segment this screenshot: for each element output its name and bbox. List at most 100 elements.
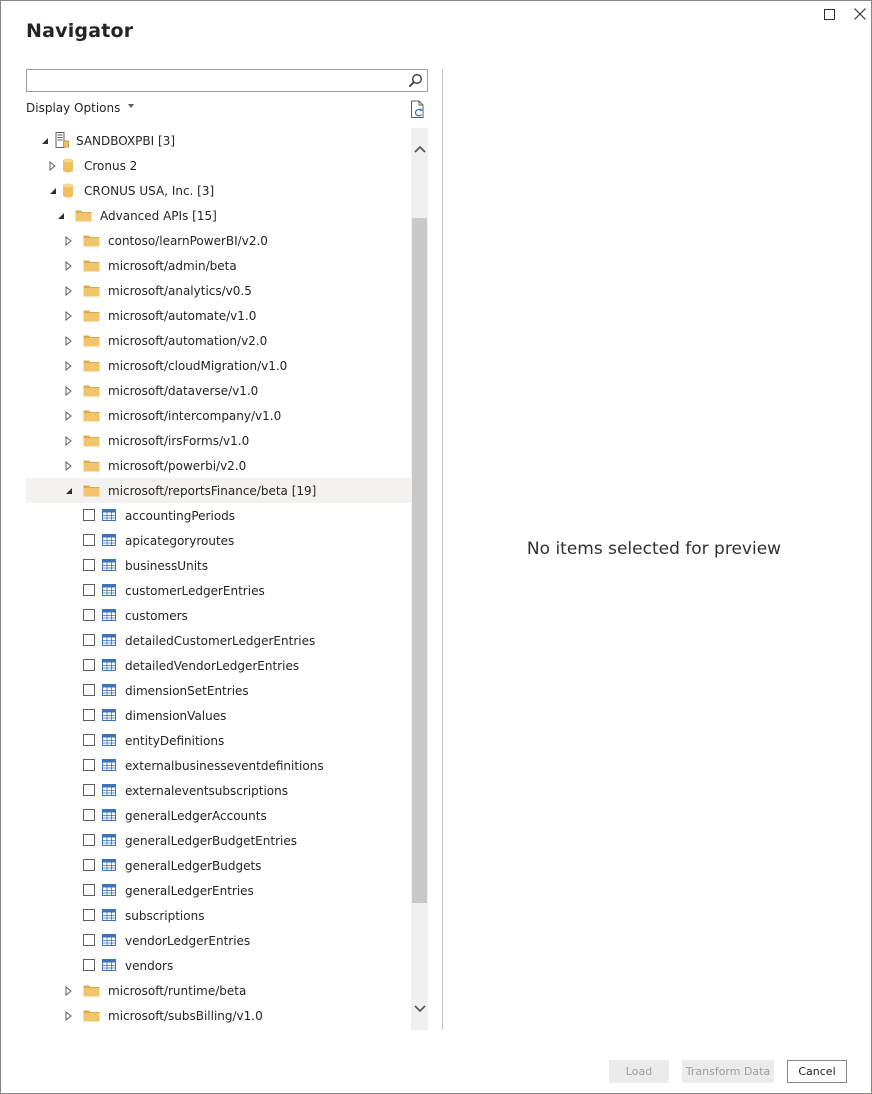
tree-node[interactable]: contoso/learnPowerBI/v2.0 — [26, 228, 411, 253]
expand-icon[interactable] — [64, 460, 73, 471]
expand-icon[interactable] — [64, 1010, 73, 1021]
tree-node[interactable]: microsoft/dataverse/v1.0 — [26, 378, 411, 403]
pane-divider — [442, 69, 443, 1030]
table-checkbox[interactable] — [83, 634, 95, 646]
table-checkbox[interactable] — [83, 559, 95, 571]
tree-node[interactable]: microsoft/automate/v1.0 — [26, 303, 411, 328]
expand-icon[interactable] — [64, 385, 73, 396]
tree-node[interactable]: microsoft/reportsFinance/beta [19] — [26, 478, 411, 503]
table-checkbox[interactable] — [83, 909, 95, 921]
navigator-dialog: Navigator Display Options SANDBOXPBI [3]… — [0, 0, 872, 1094]
expand-icon[interactable] — [64, 335, 73, 346]
table-checkbox[interactable] — [83, 859, 95, 871]
search-input[interactable] — [27, 70, 403, 91]
tree-node[interactable]: Cronus 2 — [26, 153, 411, 178]
table-checkbox[interactable] — [83, 584, 95, 596]
table-checkbox[interactable] — [83, 609, 95, 621]
expand-icon[interactable] — [64, 235, 73, 246]
close-button[interactable] — [847, 4, 872, 24]
collapse-icon[interactable] — [64, 486, 73, 495]
scroll-down-button[interactable] — [411, 1000, 428, 1017]
tree-node-label: microsoft/powerbi/v2.0 — [108, 458, 247, 473]
tree-node[interactable]: microsoft/analytics/v0.5 — [26, 278, 411, 303]
table-checkbox[interactable] — [83, 934, 95, 946]
expand-icon[interactable] — [48, 160, 57, 171]
transform-data-button[interactable]: Transform Data — [682, 1060, 774, 1083]
collapse-icon[interactable] — [48, 186, 57, 195]
table-checkbox[interactable] — [83, 884, 95, 896]
table-row[interactable]: dimensionSetEntries — [26, 678, 411, 703]
tree-node[interactable]: SANDBOXPBI [3] — [26, 128, 411, 153]
expand-icon[interactable] — [64, 985, 73, 996]
expand-icon[interactable] — [64, 285, 73, 296]
table-row[interactable]: detailedVendorLedgerEntries — [26, 653, 411, 678]
table-row[interactable]: entityDefinitions — [26, 728, 411, 753]
table-checkbox[interactable] — [83, 659, 95, 671]
table-row[interactable]: generalLedgerAccounts — [26, 803, 411, 828]
collapse-icon[interactable] — [56, 211, 65, 220]
tree-node-label: externalbusinesseventdefinitions — [125, 758, 324, 773]
tree-node-label: subscriptions — [125, 908, 205, 923]
table-row[interactable]: externalbusinesseventdefinitions — [26, 753, 411, 778]
load-button[interactable]: Load — [609, 1060, 669, 1083]
table-row[interactable]: vendorLedgerEntries — [26, 928, 411, 953]
folder-icon — [83, 485, 100, 497]
maximize-button[interactable] — [816, 4, 842, 24]
table-checkbox[interactable] — [83, 784, 95, 796]
table-checkbox[interactable] — [83, 834, 95, 846]
tree-scrollbar[interactable] — [411, 128, 428, 1030]
tree-node[interactable]: microsoft/powerbi/v2.0 — [26, 453, 411, 478]
search-box[interactable] — [26, 69, 428, 92]
table-row[interactable]: accountingPeriods — [26, 503, 411, 528]
expand-icon[interactable] — [64, 435, 73, 446]
table-row[interactable]: detailedCustomerLedgerEntries — [26, 628, 411, 653]
table-row[interactable]: generalLedgerBudgetEntries — [26, 828, 411, 853]
tree-node-label: generalLedgerBudgets — [125, 858, 262, 873]
table-row[interactable]: generalLedgerEntries — [26, 878, 411, 903]
refresh-icon[interactable] — [409, 100, 427, 119]
tree-node[interactable]: CRONUS USA, Inc. [3] — [26, 178, 411, 203]
tree-node[interactable]: microsoft/irsForms/v1.0 — [26, 428, 411, 453]
table-row[interactable]: customerLedgerEntries — [26, 578, 411, 603]
table-row[interactable]: businessUnits — [26, 553, 411, 578]
scroll-up-button[interactable] — [411, 140, 428, 157]
tree-node[interactable]: microsoft/automation/v2.0 — [26, 328, 411, 353]
tree-node-label: SANDBOXPBI [3] — [76, 133, 176, 148]
table-row[interactable]: subscriptions — [26, 903, 411, 928]
display-options-dropdown[interactable]: Display Options — [26, 101, 135, 115]
scroll-thumb[interactable] — [412, 218, 427, 903]
table-row[interactable]: dimensionValues — [26, 703, 411, 728]
table-checkbox[interactable] — [83, 709, 95, 721]
folder-icon — [83, 360, 100, 372]
table-checkbox[interactable] — [83, 509, 95, 521]
table-row[interactable]: generalLedgerBudgets — [26, 853, 411, 878]
expand-icon[interactable] — [64, 260, 73, 271]
table-row[interactable]: vendors — [26, 953, 411, 978]
table-checkbox[interactable] — [83, 809, 95, 821]
table-icon — [102, 809, 116, 821]
table-icon — [102, 634, 116, 646]
tree-node[interactable]: microsoft/cloudMigration/v1.0 — [26, 353, 411, 378]
expand-icon[interactable] — [64, 360, 73, 371]
tree-node-label: detailedCustomerLedgerEntries — [125, 633, 316, 648]
tree-node[interactable]: Advanced APIs [15] — [26, 203, 411, 228]
tree-node[interactable]: microsoft/intercompany/v1.0 — [26, 403, 411, 428]
table-row[interactable]: apicategoryroutes — [26, 528, 411, 553]
tree-node[interactable]: microsoft/admin/beta — [26, 253, 411, 278]
table-row[interactable]: externaleventsubscriptions — [26, 778, 411, 803]
tree-node[interactable]: microsoft/subsBilling/v1.0 — [26, 1003, 411, 1028]
expand-icon[interactable] — [64, 310, 73, 321]
collapse-icon[interactable] — [40, 136, 49, 145]
folder-icon — [83, 985, 100, 997]
cancel-button[interactable]: Cancel — [787, 1060, 847, 1083]
table-checkbox[interactable] — [83, 734, 95, 746]
expand-icon[interactable] — [64, 410, 73, 421]
table-checkbox[interactable] — [83, 534, 95, 546]
tree-node-label: dimensionSetEntries — [125, 683, 249, 698]
table-checkbox[interactable] — [83, 759, 95, 771]
search-icon[interactable] — [408, 73, 423, 88]
table-checkbox[interactable] — [83, 684, 95, 696]
table-row[interactable]: customers — [26, 603, 411, 628]
table-checkbox[interactable] — [83, 959, 95, 971]
tree-node[interactable]: microsoft/runtime/beta — [26, 978, 411, 1003]
